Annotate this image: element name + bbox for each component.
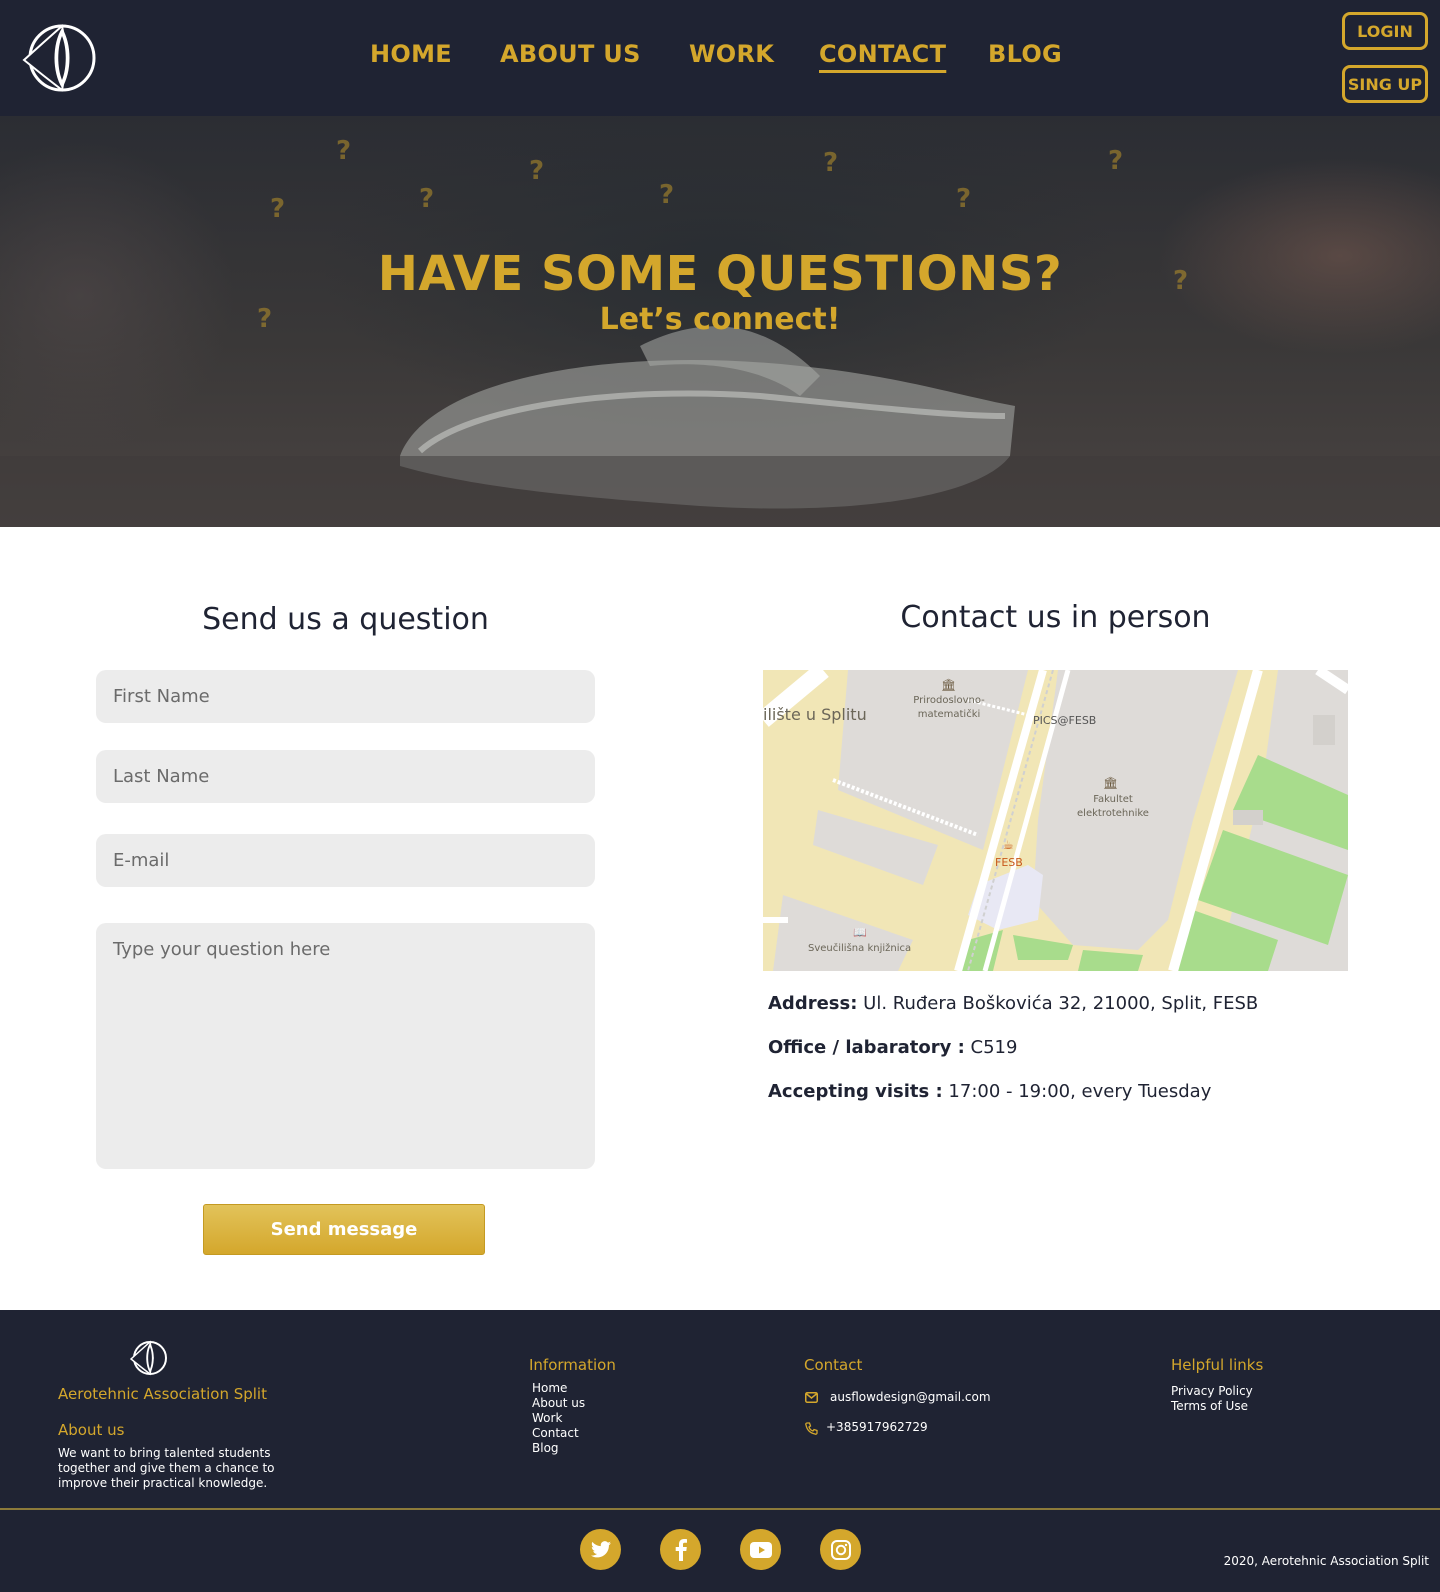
question-mark-decor: ? — [1108, 146, 1124, 176]
museum-icon: 🏛 — [1103, 776, 1119, 790]
signup-button[interactable]: SING UP — [1342, 65, 1428, 103]
visits-value: 17:00 - 19:00, every Tuesday — [948, 1081, 1212, 1102]
first-name-input[interactable] — [96, 670, 595, 723]
footer-email[interactable]: ausflowdesign@gmail.com — [830, 1390, 991, 1405]
send-message-button[interactable]: Send message — [203, 1204, 485, 1255]
footer-information-title: Information — [529, 1356, 616, 1374]
footer-about-title: About us — [58, 1421, 125, 1439]
footer-link-home[interactable]: Home — [532, 1381, 585, 1396]
compass-logo-icon[interactable] — [130, 1340, 168, 1376]
visits-line: Accepting visits : 17:00 - 19:00, every … — [768, 1081, 1211, 1102]
hero-banner: ? ? ? ? ? ? ? ? ? ? HAVE SOME QUESTIONS?… — [0, 116, 1440, 527]
footer-copyright: 2020, Aerotehnic Association Split — [1223, 1554, 1429, 1568]
question-mark-decor: ? — [336, 136, 352, 166]
instagram-icon[interactable] — [820, 1529, 861, 1570]
footer-org-name: Aerotehnic Association Split — [58, 1385, 267, 1403]
twitter-icon[interactable] — [580, 1529, 621, 1570]
map-label: matematički — [917, 709, 981, 720]
footer-link-privacy-policy[interactable]: Privacy Policy — [1171, 1384, 1253, 1399]
map-label: Fakultet — [1093, 794, 1133, 805]
location-map[interactable]: ilište u Splitu 🏛 Prirodoslovno- matemat… — [763, 670, 1348, 971]
office-label: Office / labaratory : — [768, 1037, 965, 1058]
footer-link-blog[interactable]: Blog — [532, 1441, 585, 1456]
question-mark-decor: ? — [529, 156, 545, 186]
footer-phone[interactable]: +385917962729 — [826, 1420, 928, 1435]
site-footer: Aerotehnic Association Split About us We… — [0, 1310, 1440, 1592]
main-nav: HOME ABOUT US WORK CONTACT BLOG — [0, 40, 1440, 80]
form-title: Send us a question — [202, 602, 489, 637]
map-label: elektrotehnike — [1077, 808, 1149, 819]
nav-blog[interactable]: BLOG — [988, 40, 1062, 68]
address-label: Address: — [768, 993, 858, 1014]
footer-helpful-title: Helpful links — [1171, 1356, 1264, 1374]
footer-link-terms-of-use[interactable]: Terms of Use — [1171, 1399, 1253, 1414]
question-mark-decor: ? — [956, 184, 972, 214]
map-label: FESB — [995, 856, 1023, 869]
office-value: C519 — [970, 1037, 1018, 1058]
question-mark-decor: ? — [419, 184, 435, 214]
address-line: Address: Ul. Ruđera Boškovića 32, 21000,… — [768, 993, 1258, 1014]
hero-subtitle: Let’s connect! — [599, 302, 841, 337]
site-header: HOME ABOUT US WORK CONTACT BLOG LOGIN SI… — [0, 0, 1440, 116]
footer-divider — [0, 1508, 1440, 1510]
contact-title: Contact us in person — [900, 600, 1211, 635]
nav-contact[interactable]: CONTACT — [819, 40, 946, 68]
map-label: PICS@FESB — [1033, 714, 1097, 727]
library-icon: 📖 — [853, 926, 867, 939]
question-textarea[interactable] — [96, 923, 595, 1169]
question-mark-decor: ? — [270, 194, 286, 224]
map-label: Sveučilišna knjižnica — [808, 943, 912, 954]
mail-icon — [805, 1392, 818, 1403]
footer-helpful-list: Privacy Policy Terms of Use — [1171, 1384, 1253, 1414]
phone-icon — [805, 1422, 818, 1435]
nav-work[interactable]: WORK — [689, 40, 774, 68]
map-label: Prirodoslovno- — [913, 695, 985, 706]
address-value: Ul. Ruđera Boškovića 32, 21000, Split, F… — [863, 993, 1259, 1014]
museum-icon: 🏛 — [941, 678, 957, 692]
nav-home[interactable]: HOME — [370, 40, 452, 68]
youtube-icon[interactable] — [740, 1529, 781, 1570]
footer-link-contact[interactable]: Contact — [532, 1426, 585, 1441]
nav-about-us[interactable]: ABOUT US — [500, 40, 641, 68]
question-mark-decor: ? — [659, 180, 675, 210]
question-mark-decor: ? — [823, 148, 839, 178]
footer-link-work[interactable]: Work — [532, 1411, 585, 1426]
footer-information-list: Home About us Work Contact Blog — [532, 1381, 585, 1456]
login-button[interactable]: LOGIN — [1342, 12, 1428, 50]
hero-title: HAVE SOME QUESTIONS? — [377, 246, 1063, 302]
visits-label: Accepting visits : — [768, 1081, 943, 1102]
last-name-input[interactable] — [96, 750, 595, 803]
footer-link-about-us[interactable]: About us — [532, 1396, 585, 1411]
facebook-icon[interactable] — [660, 1529, 701, 1570]
footer-contact-title: Contact — [804, 1356, 863, 1374]
cafe-icon: ☕ — [1003, 838, 1014, 852]
email-input[interactable] — [96, 834, 595, 887]
office-line: Office / labaratory : C519 — [768, 1037, 1017, 1058]
footer-about-text: We want to bring talented students toget… — [58, 1446, 275, 1490]
map-label: ilište u Splitu — [763, 705, 867, 724]
